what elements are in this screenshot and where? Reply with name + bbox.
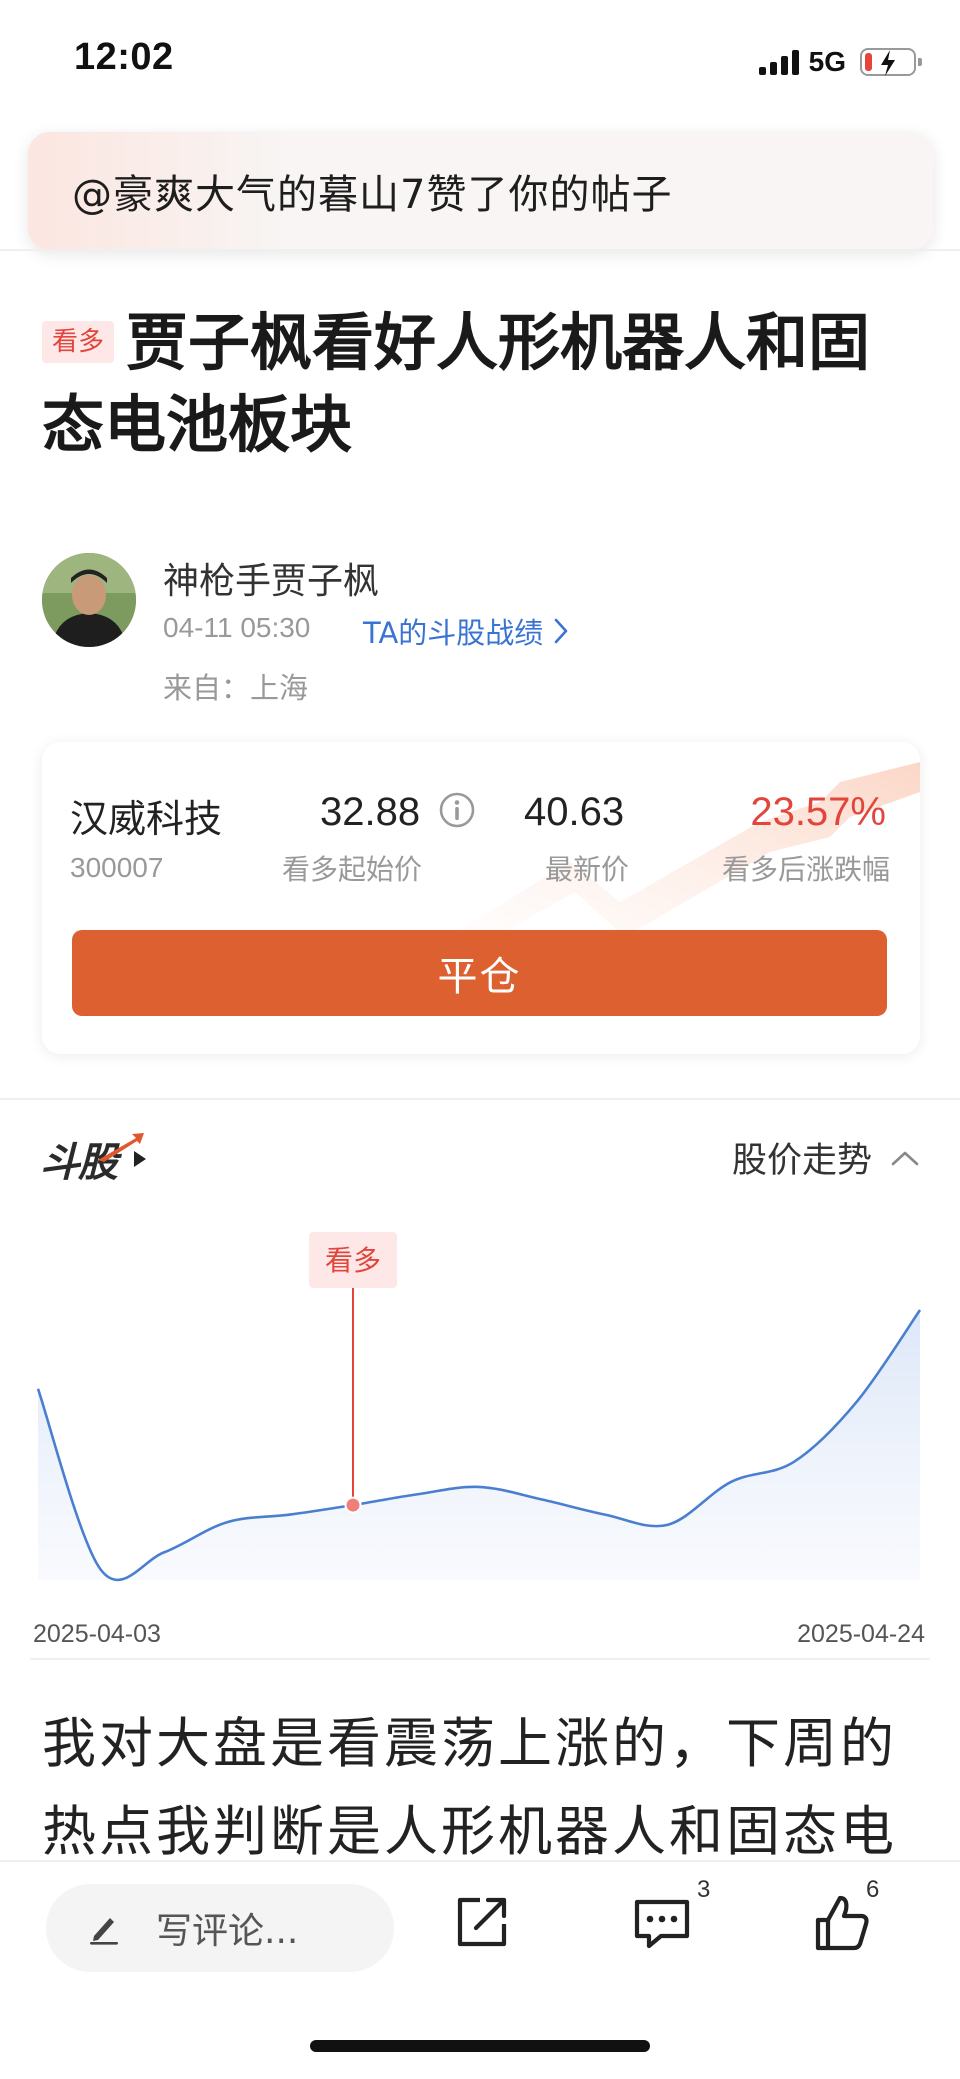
stock-name: 汉威科技 [70,797,223,841]
stock-card[interactable]: 汉威科技 300007 32.88 看多起始价 40.63 最新价 23.57%… [42,742,920,1054]
comment-placeholder: 写评论... [156,1911,299,1952]
status-time: 12:02 [74,36,174,78]
chart-start-date: 2025-04-03 [33,1620,161,1648]
avatar[interactable] [42,553,136,647]
info-icon[interactable] [438,791,476,829]
battery-icon [860,48,922,76]
post-time: 04-11 05:30 [163,612,311,643]
chart-area-fill [38,1310,920,1580]
latest-price: 40.63 [524,790,625,834]
status-indicators: 5G [758,44,922,80]
start-price: 32.88 [320,790,421,834]
latest-price-label: 最新价 [545,853,630,886]
post-title: 看多 贾子枫看好人形机器人和固态电池板块 [42,302,922,466]
divider [30,1658,930,1660]
author-name[interactable]: 神枪手贾子枫 [163,552,379,604]
divider [0,249,960,251]
brand-swoosh-icon [98,1133,144,1162]
network-type: 5G [808,46,846,77]
close-position-button[interactable]: 平仓 [72,930,887,1016]
post-location: 来自：上海 [163,671,309,705]
notification-banner[interactable]: @豪爽大气的暮山7赞了你的帖子 [28,132,933,250]
price-trend-toggle[interactable]: 股价走势 [732,1132,920,1183]
status-bar: 12:02 5G [0,0,960,120]
signal-icon [758,49,799,75]
comment-count: 3 [697,1876,711,1903]
bullish-tag: 看多 [42,321,115,363]
post-title-text: 贾子枫看好人形机器人和固态电池板块 [42,306,871,461]
divider [0,1098,960,1100]
chevron-up-icon [891,1151,919,1165]
change-percent-label: 看多后涨跌幅 [721,853,890,886]
like-count: 6 [866,1876,880,1903]
home-indicator [310,2040,650,2052]
like-icon[interactable] [812,1892,872,1954]
notification-text: @豪爽大气的暮山7赞了你的帖子 [72,172,673,218]
bottom-action-bar: 写评论... 3 6 [0,1860,960,2079]
record-link-label: TA的斗股战绩 [363,616,544,650]
marker-label: 看多 [325,1244,381,1277]
pencil-icon [90,1918,118,1945]
price-trend-label: 股价走势 [731,1141,872,1181]
chart-end-date: 2025-04-24 [797,1620,925,1648]
stock-code: 300007 [70,852,164,883]
price-chart[interactable]: 看多 [0,1220,960,1620]
start-price-label: 看多起始价 [282,853,423,886]
post-body: 我对大盘是看震荡上涨的，下周的热点我判断是人形机器人和固态电 [42,1712,897,1860]
marker-point[interactable] [344,1496,362,1514]
record-link[interactable]: TA的斗股战绩 [363,610,569,652]
change-percent: 23.57% [750,790,886,834]
comment-input[interactable]: 写评论... [46,1884,394,1972]
comment-icon[interactable] [631,1892,693,1954]
chevron-right-icon [555,618,568,644]
share-icon[interactable] [452,1892,512,1952]
